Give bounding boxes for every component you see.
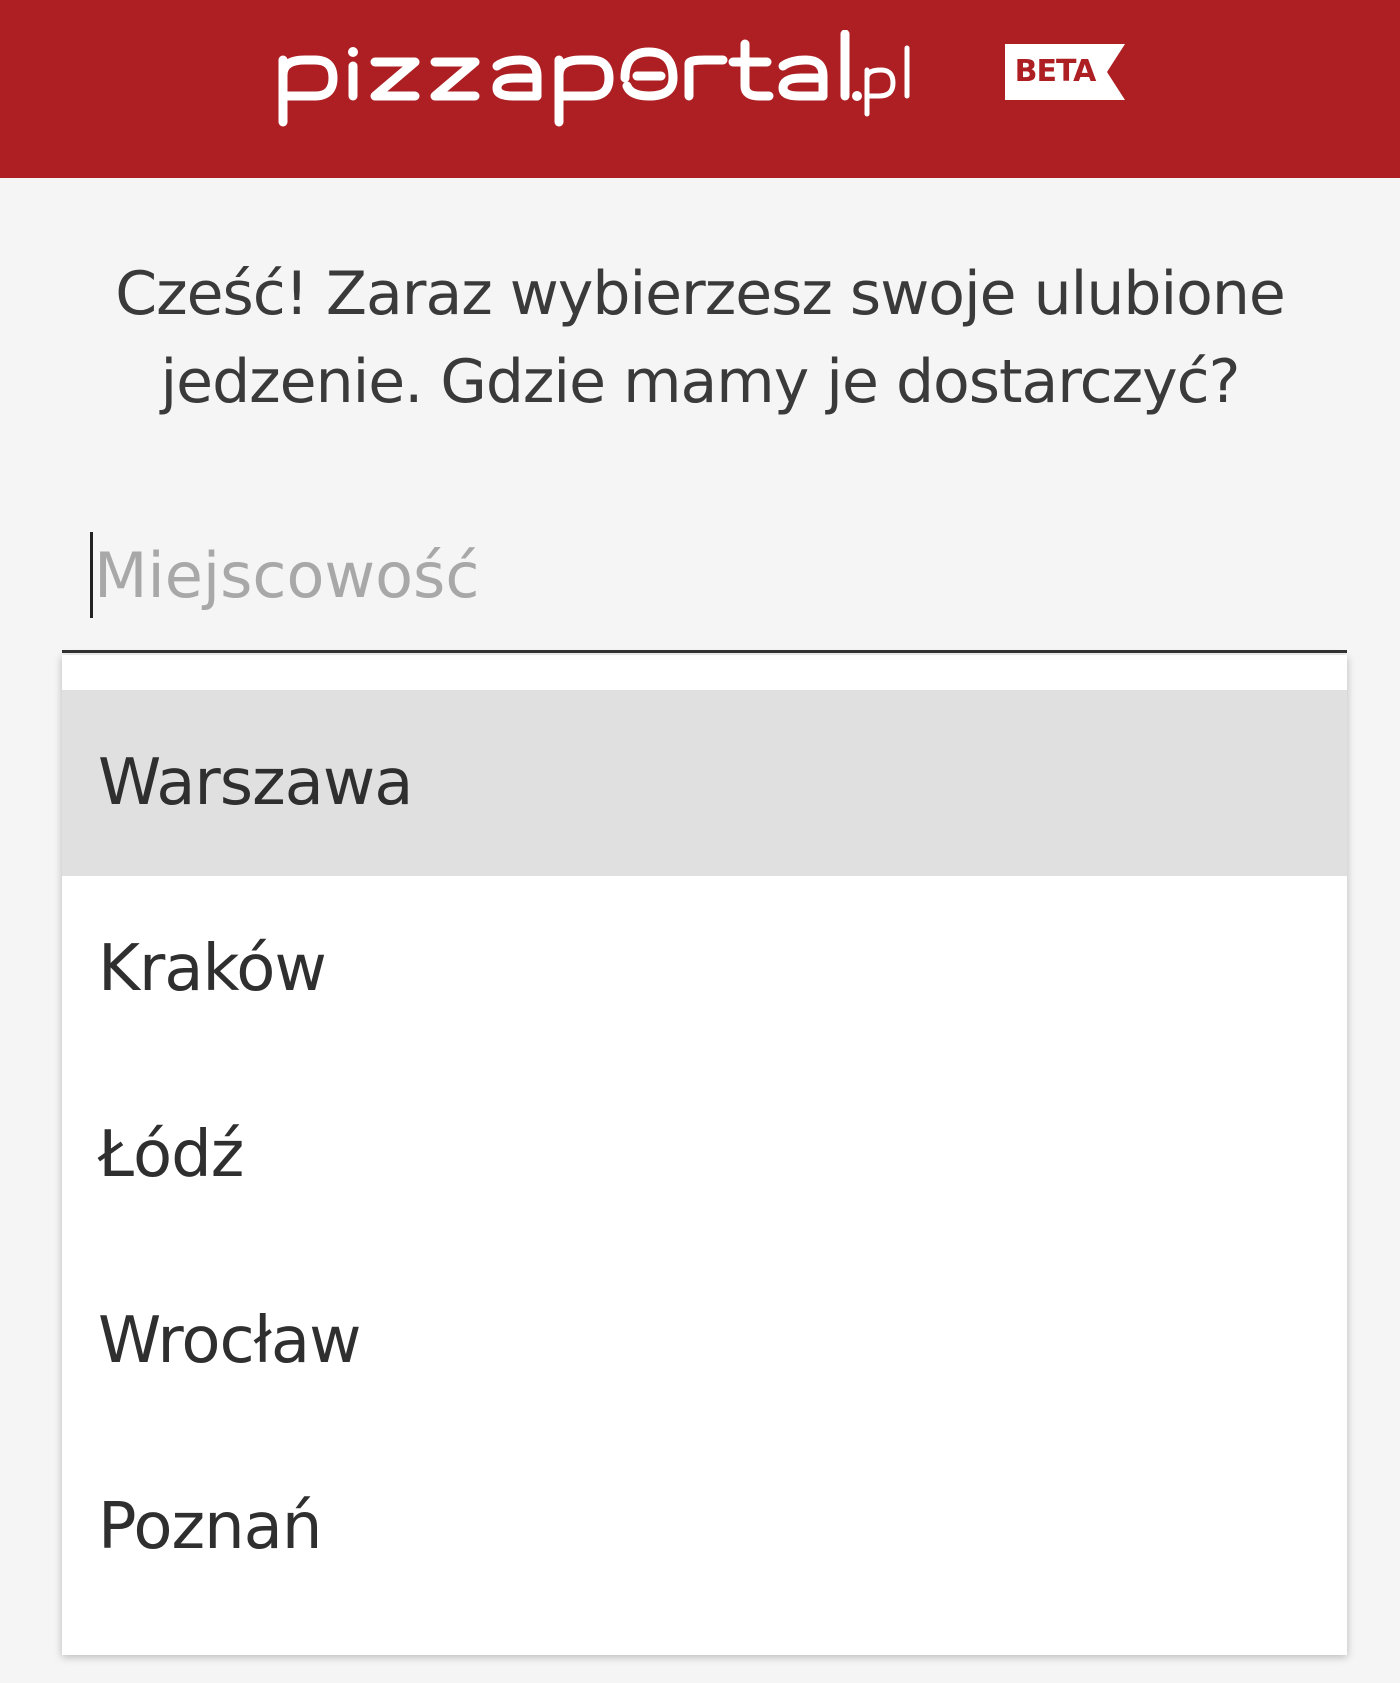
pizzaportal-logo[interactable] (275, 30, 915, 130)
app-header: BETA (0, 0, 1400, 178)
logo-wordmark-icon (278, 30, 910, 127)
city-option-wroclaw[interactable]: Wrocław (62, 1248, 1347, 1434)
text-caret (90, 532, 93, 618)
city-input[interactable] (94, 530, 1294, 620)
beta-badge-label: BETA (1014, 54, 1097, 89)
greeting-line-2: jedzenie. Gdzie mamy je dostarczyć? (160, 347, 1241, 417)
greeting-text: Cześć! Zaraz wybierzesz swoje ulubione j… (0, 250, 1400, 426)
city-option-warszawa[interactable]: Warszawa (62, 690, 1347, 876)
greeting-line-1: Cześć! Zaraz wybierzesz swoje ulubione (115, 259, 1286, 329)
city-option-krakow[interactable]: Kraków (62, 876, 1347, 1062)
city-field[interactable] (62, 520, 1347, 653)
city-autocomplete-dropdown: Warszawa Kraków Łódź Wrocław Poznań (62, 655, 1347, 1655)
beta-badge: BETA (1005, 44, 1125, 100)
city-option-lodz[interactable]: Łódź (62, 1062, 1347, 1248)
city-option-poznan[interactable]: Poznań (62, 1434, 1347, 1620)
